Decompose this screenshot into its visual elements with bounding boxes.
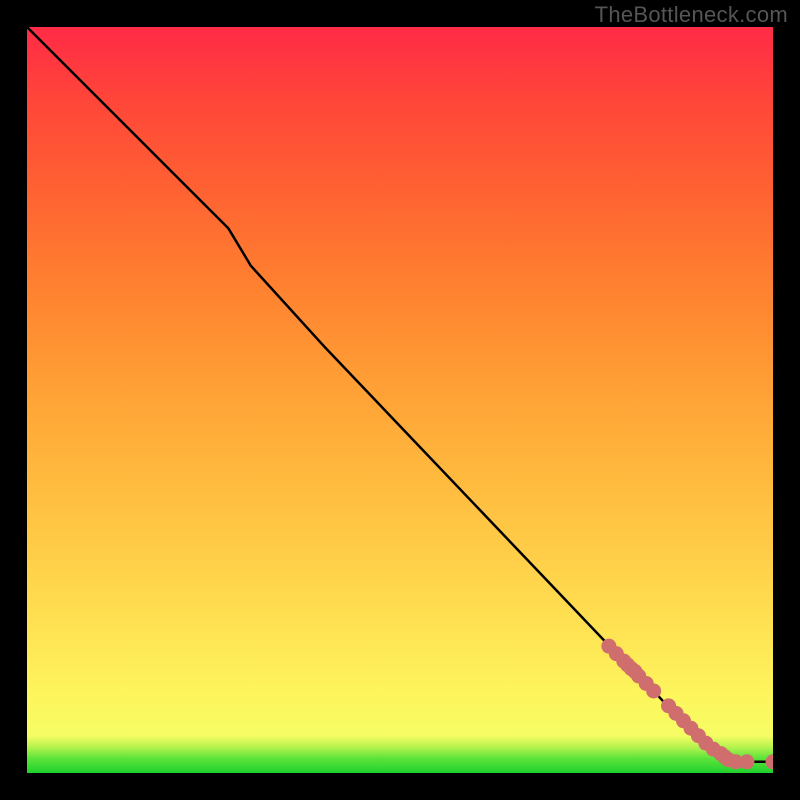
watermark-text: TheBottleneck.com	[595, 2, 788, 28]
plot-area	[27, 27, 773, 773]
chart-stage: TheBottleneck.com	[0, 0, 800, 800]
